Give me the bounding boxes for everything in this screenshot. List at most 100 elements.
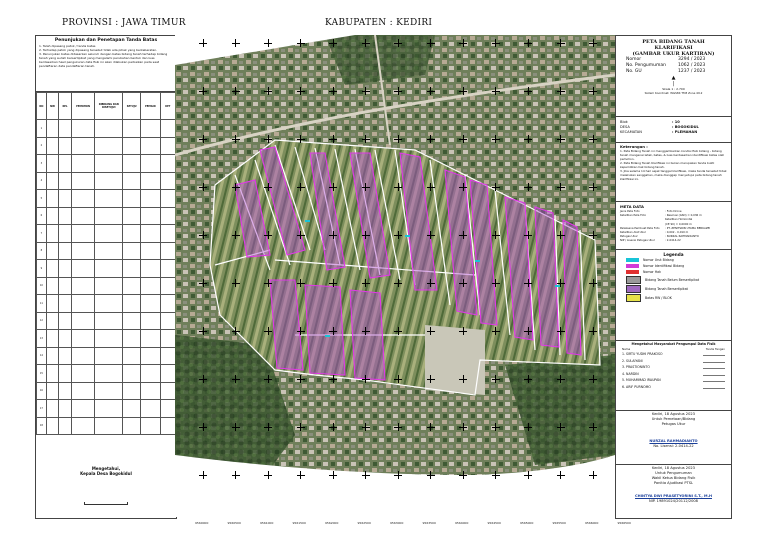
grid-tick-label: 9566500 — [617, 521, 631, 525]
grid-tick-label: 9565000 — [520, 521, 534, 525]
table-cell — [140, 259, 161, 278]
table-cell — [122, 224, 142, 243]
table-cell — [140, 224, 161, 243]
legend-label: Nomor Hak — [643, 270, 661, 274]
grid-cross-icon — [491, 183, 500, 191]
legend-swatch — [626, 258, 639, 262]
table-cell — [45, 346, 60, 365]
table-cell — [94, 311, 124, 330]
table-cell — [122, 171, 142, 190]
field-label: No. GU — [626, 69, 642, 74]
location-value: : PLEMAHAN — [672, 130, 698, 134]
table-cell — [45, 294, 60, 313]
surveyor-license: No. Lisensi: 2-0414-22 — [653, 444, 694, 448]
grid-cross-icon — [524, 87, 532, 95]
table-header-cell: PEMOHON — [70, 92, 96, 120]
table-cell — [122, 329, 142, 348]
grid-cross-icon — [426, 231, 435, 239]
grid-cross-icon — [329, 87, 337, 95]
grid-cross-icon — [556, 87, 565, 95]
table-cell — [58, 241, 72, 260]
grid-cross-icon — [329, 183, 337, 191]
table-row: 16 — [36, 381, 177, 400]
grid-cross-icon — [524, 183, 532, 191]
table-body: 1 2 3 4 5 6 7 8 9 10 11 12 13 14 15 16 17 18 — [36, 119, 177, 435]
grid-cross-icon — [231, 87, 240, 95]
table-cell — [70, 154, 96, 173]
table-header-row: NO NIB KEL PEMOHON DIBIDANG DAN DISETUJUI SET… — [36, 92, 177, 120]
table-cell — [94, 329, 124, 348]
table-row: 6 — [36, 206, 177, 225]
table-cell: 1 — [36, 119, 47, 138]
table-header-cell: DIBIDANG DAN DISETUJUI — [94, 92, 124, 120]
grid-cross-icon — [556, 135, 565, 143]
table-cell — [122, 311, 142, 330]
boundary-table: NO NIB KEL PEMOHON DIBIDANG DAN DISETUJUI SET… — [36, 92, 177, 435]
table-cell — [140, 346, 161, 365]
table-cell — [45, 241, 60, 260]
table-cell: 2 — [36, 136, 47, 155]
table-cell: 17 — [36, 399, 47, 418]
grid-cross-icon — [589, 135, 597, 143]
table-cell — [70, 346, 96, 365]
table-cell — [45, 311, 60, 330]
committee-block: Kediri, 18 Agustus 2023 Untuk Pengumuman… — [616, 464, 731, 518]
grid-cross-icon — [394, 279, 402, 287]
table-cell — [140, 171, 161, 190]
table-cell — [45, 364, 60, 383]
table-cell — [94, 171, 124, 190]
grid-cross-icon — [231, 423, 240, 431]
table-cell: 13 — [36, 329, 47, 348]
note-item: 2. Peta Bidang Tanah Klarifikasi ini buk… — [620, 161, 715, 169]
table-row: 13 — [36, 329, 177, 348]
table-row: 4 — [36, 171, 177, 190]
legend-item: Batas RW / BLOK — [616, 293, 731, 302]
table-row: 10 — [36, 276, 177, 295]
table-cell — [58, 206, 72, 225]
grid-cross-icon — [524, 471, 532, 479]
grid-cross-icon — [426, 135, 435, 143]
grid-cross-icon — [459, 423, 467, 431]
legend-label: Batas RW / BLOK — [645, 295, 672, 300]
grid-cross-icon — [231, 183, 240, 191]
table-cell — [159, 224, 177, 243]
table-cell — [122, 346, 142, 365]
grid-cross-icon — [361, 279, 370, 287]
grid-cross-icon — [491, 39, 500, 47]
grid-cross-icon — [199, 87, 207, 95]
grid-cross-icon — [329, 375, 337, 383]
table-cell — [45, 171, 60, 190]
grid-cross-icon — [589, 375, 597, 383]
table-cell — [140, 189, 161, 208]
grid-cross-icon — [426, 39, 435, 47]
table-cell: 12 — [36, 311, 47, 330]
table-cell — [159, 416, 177, 435]
grid-cross-icon — [394, 39, 402, 47]
grid-cross-icon — [459, 327, 467, 335]
table-cell — [58, 189, 72, 208]
collector-name: 6. ARIF PURNOMO — [622, 384, 651, 389]
grid-cross-icon — [556, 375, 565, 383]
table-cell — [58, 329, 72, 348]
table-cell — [159, 311, 177, 330]
table-cell — [45, 276, 60, 295]
grid-cross-icon — [329, 423, 337, 431]
grid-cross-icon — [491, 423, 500, 431]
table-header-cell: NO — [36, 92, 47, 120]
orthophoto-map[interactable] — [175, 35, 615, 517]
legend-swatch — [626, 293, 641, 302]
table-cell — [140, 241, 161, 260]
coordinate-system: Sistem Koordinat: WGS84 TM3 Zone 49.2 — [644, 91, 703, 95]
grid-cross-icon — [296, 87, 305, 95]
table-header-cell: SETUJU — [122, 92, 142, 120]
table-cell — [159, 276, 177, 295]
grid-cross-icon — [199, 327, 207, 335]
grid-tick-label: 9563500 — [422, 521, 436, 525]
grid-cross-icon — [199, 375, 207, 383]
grid-cross-icon — [459, 135, 467, 143]
grid-cross-icon — [361, 423, 370, 431]
table-cell — [122, 241, 142, 260]
table-cell — [94, 399, 124, 418]
map-sheet: PROVINSI : JAWA TIMUR KABUPATEN : KEDIRI… — [0, 0, 768, 544]
table-cell — [58, 311, 72, 330]
